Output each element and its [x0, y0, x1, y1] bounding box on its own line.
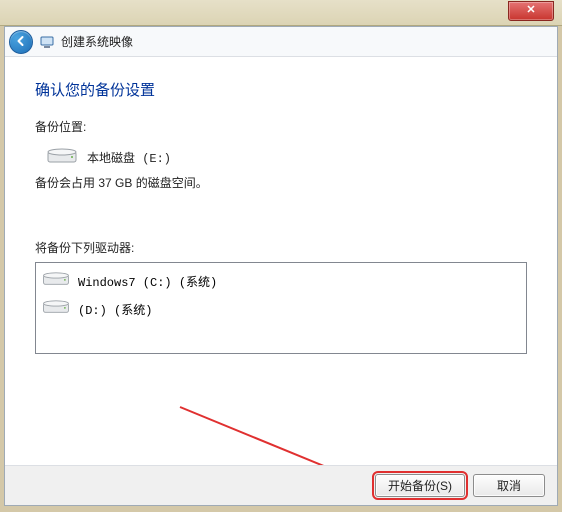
backup-location-value: 本地磁盘 (E:) — [87, 149, 171, 166]
list-item: (D:) (系统) — [38, 295, 524, 323]
computer-icon — [39, 34, 55, 50]
back-button[interactable] — [9, 30, 33, 54]
drive-label: Windows7 (C:) (系统) — [78, 273, 217, 290]
start-backup-button[interactable]: 开始备份(S) — [375, 474, 465, 497]
page-heading: 确认您的备份设置 — [35, 79, 527, 100]
drive-list-label: 将备份下列驱动器: — [35, 239, 527, 256]
cancel-button[interactable]: 取消 — [473, 474, 545, 497]
close-icon: ✕ — [526, 4, 535, 16]
drive-icon — [42, 299, 70, 319]
close-button[interactable]: ✕ — [508, 1, 554, 21]
drive-icon — [47, 147, 77, 168]
drive-label: (D:) (系统) — [78, 301, 152, 318]
backup-size-text: 备份会占用 37 GB 的磁盘空间。 — [35, 174, 527, 191]
titlebar: ✕ — [0, 0, 562, 26]
dialog-window: 创建系统映像 确认您的备份设置 备份位置: 本地磁盘 (E:) 备份会占用 37… — [4, 26, 558, 506]
backup-location-row: 本地磁盘 (E:) — [35, 145, 527, 174]
window-title: 创建系统映像 — [61, 33, 133, 50]
backup-location-label: 备份位置: — [35, 118, 527, 135]
footer: 开始备份(S) 取消 — [5, 465, 557, 505]
back-arrow-icon — [15, 34, 27, 50]
content-area: 确认您的备份设置 备份位置: 本地磁盘 (E:) 备份会占用 37 GB 的磁盘… — [5, 57, 557, 354]
list-item: Windows7 (C:) (系统) — [38, 267, 524, 295]
drive-icon — [42, 271, 70, 291]
drive-list: Windows7 (C:) (系统) (D:) (系统) — [35, 262, 527, 354]
nav-bar: 创建系统映像 — [5, 27, 557, 57]
